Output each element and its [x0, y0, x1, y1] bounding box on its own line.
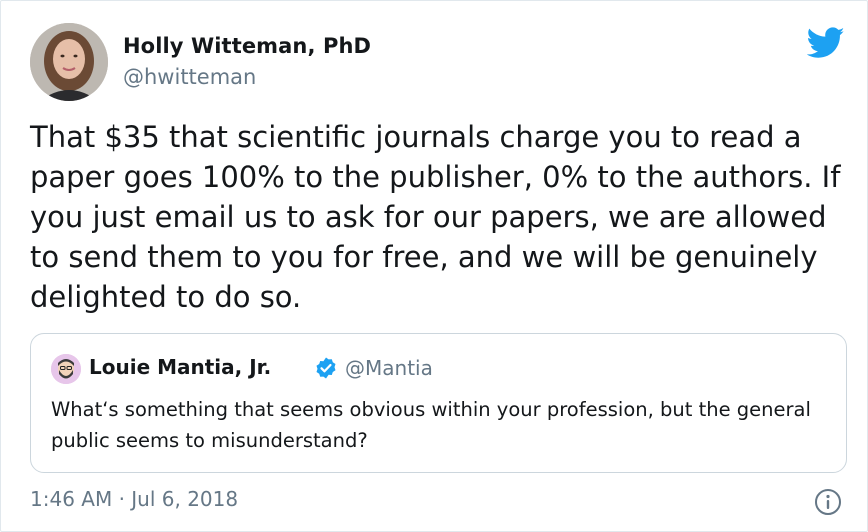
author-handle[interactable]: @hwitteman — [123, 65, 256, 89]
tweet-timestamp[interactable]: 1:46 AM · Jul 6, 2018 — [30, 487, 238, 511]
quoted-tweet[interactable]: Louie Mantia, Jr. @Mantia What‘s somethi… — [30, 333, 847, 473]
quoted-author-name[interactable]: Louie Mantia, Jr. — [89, 355, 271, 379]
quoted-tweet-text: What‘s something that seems obvious with… — [51, 398, 811, 452]
tweet-card: Holly Witteman, PhD @hwitteman That $35 … — [0, 0, 868, 532]
verified-badge-icon — [316, 357, 336, 379]
quoted-author-avatar[interactable] — [51, 354, 81, 384]
author-name[interactable]: Holly Witteman, PhD — [123, 34, 371, 58]
info-icon[interactable] — [814, 488, 842, 516]
quoted-author-handle[interactable]: @Mantia — [345, 356, 433, 380]
tweet-text: That $35 that scientific journals charge… — [30, 120, 841, 314]
author-avatar[interactable] — [30, 23, 108, 101]
twitter-bird-icon[interactable] — [807, 27, 845, 59]
